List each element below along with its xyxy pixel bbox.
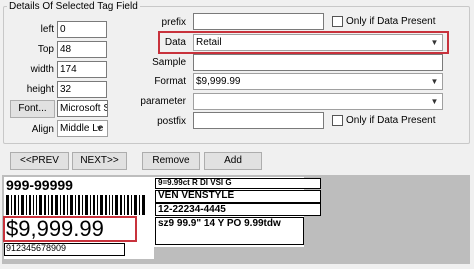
group-title: Details Of Selected Tag Field <box>9 1 138 12</box>
left-input[interactable]: 0 <box>57 21 107 38</box>
format-value: $9,999.99 <box>196 76 241 87</box>
barcode-image <box>6 195 145 215</box>
label-line3-text: 12-22234-4445 <box>158 204 226 215</box>
top-label: Top <box>37 44 54 55</box>
label-preview: 999-99999 $9,999.99 912345678909 9=9.99c… <box>2 175 470 264</box>
height-input[interactable]: 32 <box>57 81 107 98</box>
top-input[interactable]: 48 <box>57 41 107 58</box>
chevron-down-icon: ▼ <box>430 97 439 106</box>
width-label: width <box>30 64 54 75</box>
data-select[interactable]: Retail ▼ <box>193 34 443 51</box>
chevron-down-icon: ▼ <box>95 124 104 133</box>
parameter-label: parameter <box>140 96 186 107</box>
data-label: Data <box>164 37 186 48</box>
chevron-down-icon: ▼ <box>430 38 439 47</box>
format-label: Format <box>154 76 186 87</box>
label-line2-text: VEN VENSTYLE <box>158 190 235 201</box>
font-button[interactable]: Font... <box>10 100 55 118</box>
label-price-text: $9,999.99 <box>6 216 104 241</box>
postfix-only-if-data-checkbox[interactable] <box>332 115 343 126</box>
postfix-only-if-data-label: Only if Data Present <box>346 115 436 126</box>
height-label: height <box>26 84 54 95</box>
left-label: left <box>40 24 54 35</box>
width-input[interactable]: 174 <box>57 61 107 78</box>
label-line1-text: 9=9.99ct R DI VSI G <box>158 178 232 187</box>
postfix-label: postfix <box>157 116 186 127</box>
font-name-field: Microsoft Sa <box>57 100 108 117</box>
prev-button[interactable]: <<PREV <box>10 152 69 170</box>
postfix-input[interactable] <box>193 112 324 129</box>
data-value: Retail <box>196 37 222 48</box>
label-upc-text: 912345678909 <box>6 243 67 253</box>
align-label: Align <box>31 124 54 135</box>
prefix-only-if-data-checkbox[interactable] <box>332 16 343 27</box>
align-select[interactable]: Middle Le ▼ <box>57 120 108 137</box>
label-line4-text: sz9 99.9" 14 Y PO 9.99tdw <box>158 218 281 229</box>
next-button[interactable]: NEXT>> <box>72 152 127 170</box>
chevron-down-icon: ▼ <box>430 77 439 86</box>
remove-button[interactable]: Remove <box>142 152 200 170</box>
sample-input[interactable] <box>193 54 443 71</box>
prefix-only-if-data-label: Only if Data Present <box>346 16 436 27</box>
prefix-label: prefix <box>161 17 186 28</box>
sample-label: Sample <box>152 57 186 68</box>
format-select[interactable]: $9,999.99 ▼ <box>193 73 443 90</box>
label-code-text: 999-99999 <box>6 177 73 193</box>
prefix-input[interactable] <box>193 13 324 30</box>
parameter-select[interactable]: ▼ <box>193 93 443 110</box>
add-button[interactable]: Add <box>204 152 262 170</box>
